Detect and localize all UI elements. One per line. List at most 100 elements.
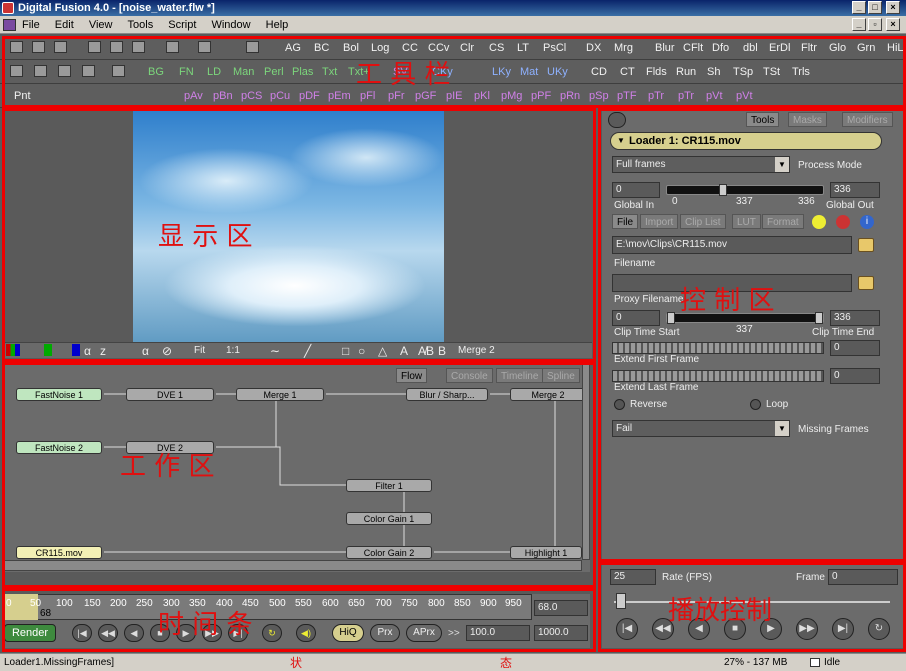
ab-compare-button[interactable]: A̸B [418, 344, 434, 358]
layout-split-icon[interactable] [34, 65, 47, 77]
layout-single-icon[interactable] [10, 65, 23, 77]
brush-icon[interactable]: ╱ [304, 344, 311, 358]
checker-icon[interactable]: ⊘ [162, 344, 172, 358]
pb-fast-forward-icon[interactable]: ▶▶ [796, 618, 818, 640]
tool-fn[interactable]: FN [179, 65, 194, 79]
tool-lky[interactable]: LKy [492, 65, 511, 79]
copy-icon[interactable] [110, 41, 123, 53]
tool-bg[interactable]: BG [148, 65, 164, 79]
paste-icon[interactable] [132, 41, 145, 53]
subtab-file[interactable]: File [612, 214, 639, 229]
radiation-icon[interactable] [812, 215, 826, 229]
render-button[interactable]: Render [4, 624, 56, 642]
tool-ptf[interactable]: pTF [617, 89, 637, 103]
subtab-import[interactable]: Import [640, 214, 679, 229]
global-range-knob[interactable] [719, 184, 727, 196]
tool-dx[interactable]: DX [586, 41, 601, 55]
tool-ptr-2[interactable]: pTr [678, 89, 694, 103]
window-title-bar[interactable]: Digital Fusion 4.0 - [noise_water.flw *]… [0, 0, 906, 16]
time-ruler[interactable]: 0 50 100 150 200 250 300 350 400 450 500… [4, 594, 590, 648]
menu-script[interactable]: Script [168, 16, 196, 34]
node-filter-1[interactable]: Filter 1 [346, 479, 432, 492]
tool-ppf[interactable]: pPF [531, 89, 551, 103]
save-icon[interactable] [54, 41, 67, 53]
tool-pgf[interactable]: pGF [415, 89, 436, 103]
clip-range-start-knob[interactable] [667, 312, 675, 324]
node-color-gain-2[interactable]: Color Gain 2 [346, 546, 432, 559]
node-fastnoise-1[interactable]: FastNoise 1 [16, 388, 102, 401]
tool-erdl[interactable]: ErDl [769, 41, 790, 55]
clip-end-field[interactable]: 336 [830, 310, 880, 326]
tool-cs[interactable]: CS [489, 41, 504, 55]
proxy-button[interactable]: Prx [370, 624, 400, 642]
tool-ag[interactable]: AG [285, 41, 301, 55]
node-highlight-1[interactable]: Highlight 1 [510, 546, 582, 559]
doc-restore-button[interactable]: ▫ [868, 18, 882, 31]
rate-field[interactable]: 25 [610, 569, 656, 585]
tab-modifiers[interactable]: Modifiers [842, 112, 893, 127]
audio-icon[interactable]: ◀) [296, 624, 316, 642]
tool-mat[interactable]: Mat [520, 65, 538, 79]
tool-tsp[interactable]: TSp [733, 65, 753, 79]
goto-start-icon[interactable]: |◀ [72, 624, 92, 642]
folder-icon[interactable] [858, 238, 874, 252]
loop-icon[interactable]: ↻ [262, 624, 282, 642]
tab-console[interactable]: Console [446, 368, 493, 383]
flow-vertical-scrollbar[interactable] [582, 364, 590, 560]
tab-flow[interactable]: Flow [396, 368, 428, 383]
tool-prn[interactable]: pRn [560, 89, 580, 103]
tool-bc[interactable]: BC [314, 41, 329, 55]
a-buffer-button[interactable]: A [400, 344, 408, 358]
loop-radio[interactable] [750, 399, 761, 410]
tool-bol[interactable]: Bol [343, 41, 359, 55]
tool-pie[interactable]: pIE [446, 89, 463, 103]
tool-uky[interactable]: UKy [547, 65, 568, 79]
pb-goto-start-icon[interactable]: |◀ [616, 618, 638, 640]
tool-blur[interactable]: Blur [655, 41, 675, 55]
tool-trls[interactable]: Trls [792, 65, 810, 79]
tool-fltr[interactable]: Fltr [801, 41, 817, 55]
pb-goto-end-icon[interactable]: ▶| [832, 618, 854, 640]
flow-panel[interactable]: Flow Console Timeline Spline FastNoise 1… [4, 364, 590, 572]
node-blur-sharp[interactable]: Blur / Sharp... [406, 388, 488, 401]
bomb-icon[interactable] [836, 215, 850, 229]
cut-icon[interactable] [88, 41, 101, 53]
tool-psp[interactable]: pSp [589, 89, 609, 103]
tool-man[interactable]: Man [233, 65, 254, 79]
tool-dbl[interactable]: dbl [743, 41, 758, 55]
extend-first-slider[interactable] [612, 342, 824, 354]
tool-pmg[interactable]: pMg [501, 89, 522, 103]
tool-pav[interactable]: pAv [184, 89, 203, 103]
node-loader-cr115[interactable]: CR115.mov [16, 546, 102, 559]
tool-sh[interactable]: Sh [707, 65, 720, 79]
global-out-field[interactable]: 336 [830, 182, 880, 198]
process-mode-select[interactable]: Full frames ▼ [612, 156, 790, 173]
tool-run[interactable]: Run [676, 65, 696, 79]
b-buffer-button[interactable]: B [438, 344, 446, 358]
tool-pbn[interactable]: pBn [213, 89, 233, 103]
open-file-icon[interactable] [32, 41, 45, 53]
tool-ct[interactable]: CT [620, 65, 635, 79]
extend-first-field[interactable]: 0 [830, 340, 880, 356]
zoom-ratio-button[interactable]: 1:1 [226, 344, 240, 358]
frame-field[interactable]: 0 [828, 569, 898, 585]
pb-loop-icon[interactable]: ↻ [868, 618, 890, 640]
tool-cc[interactable]: CC [402, 41, 418, 55]
node-merge-1[interactable]: Merge 1 [236, 388, 324, 401]
global-range-slider[interactable] [666, 184, 824, 196]
node-fastnoise-2[interactable]: FastNoise 2 [16, 441, 102, 454]
subtab-format[interactable]: Format [762, 214, 804, 229]
z-channel-icon[interactable]: z [100, 344, 106, 358]
redo-icon[interactable] [198, 41, 211, 53]
node-color-gain-1[interactable]: Color Gain 1 [346, 512, 432, 525]
rgb-channel-icon[interactable] [6, 344, 20, 356]
render-end-field[interactable]: 1000.0 [534, 625, 588, 641]
delete-icon[interactable] [246, 41, 259, 53]
tool-pcu[interactable]: pCu [270, 89, 290, 103]
flow-horizontal-scrollbar[interactable] [4, 560, 582, 571]
tool-glo[interactable]: Glo [829, 41, 846, 55]
tool-ld[interactable]: LD [207, 65, 221, 79]
tool-pdf[interactable]: pDF [299, 89, 320, 103]
alpha-overlay-icon[interactable]: α [142, 344, 149, 358]
tool-perl[interactable]: Perl [264, 65, 284, 79]
